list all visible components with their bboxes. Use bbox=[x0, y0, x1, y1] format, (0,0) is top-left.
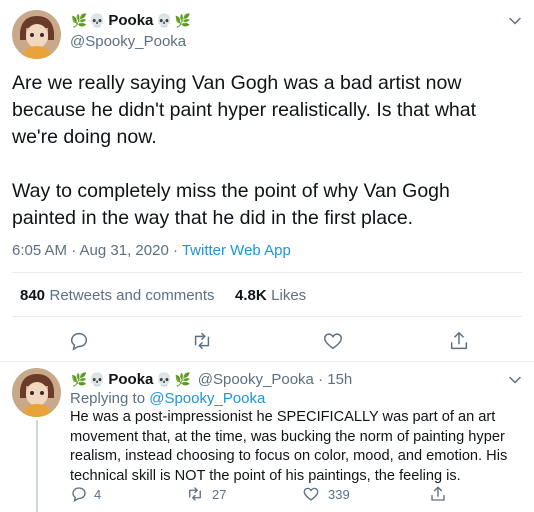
retweet-icon[interactable] bbox=[191, 330, 213, 352]
herb-icon: 🌿 bbox=[174, 372, 191, 387]
comment-icon bbox=[70, 485, 88, 503]
display-name[interactable]: Pooka bbox=[108, 12, 153, 29]
like-icon bbox=[302, 485, 320, 503]
divider bbox=[0, 361, 534, 362]
retweet-icon bbox=[186, 485, 204, 503]
like-icon[interactable] bbox=[322, 330, 344, 352]
reply-share-action[interactable] bbox=[429, 485, 447, 503]
skull-icon: 💀 bbox=[89, 13, 106, 28]
timestamp[interactable]: 6:05 AM · Aug 31, 2020 · bbox=[12, 242, 182, 259]
skull-icon: 💀 bbox=[89, 372, 106, 387]
comment-icon[interactable] bbox=[68, 330, 90, 352]
likes-count: 4.8K bbox=[235, 287, 267, 304]
tweet-meta: 6:05 AM · Aug 31, 2020 · Twitter Web App bbox=[12, 242, 291, 259]
divider bbox=[12, 316, 522, 317]
replying-handle-link[interactable]: @Spooky_Pooka bbox=[149, 390, 265, 407]
reply-text: He was a post-impressionist he SPECIFICA… bbox=[70, 409, 508, 484]
share-icon bbox=[429, 485, 447, 503]
chevron-down-icon[interactable] bbox=[508, 373, 522, 387]
avatar[interactable] bbox=[12, 10, 61, 59]
reply-comment-action[interactable]: 4 bbox=[70, 485, 101, 503]
reply-avatar[interactable] bbox=[12, 368, 61, 417]
reply-like-action[interactable]: 339 bbox=[302, 485, 350, 503]
source-app[interactable]: Twitter Web App bbox=[182, 242, 291, 259]
tweet-text: Are we really saying Van Gogh was a bad … bbox=[12, 72, 477, 229]
author-name-row[interactable]: 🌿 💀 Pooka 💀 🌿 bbox=[70, 12, 192, 29]
chevron-down-icon[interactable] bbox=[508, 14, 522, 28]
reply-retweet-action[interactable]: 27 bbox=[186, 485, 226, 503]
herb-icon: 🌿 bbox=[71, 372, 88, 387]
replying-to: Replying to @Spooky_Pooka bbox=[70, 390, 265, 407]
share-icon[interactable] bbox=[448, 330, 470, 352]
reply-handle-time[interactable]: @Spooky_Pooka · 15h bbox=[198, 371, 353, 388]
retweets-count: 840 bbox=[20, 287, 46, 304]
herb-icon: 🌿 bbox=[71, 13, 88, 28]
retweets-label: Retweets and comments bbox=[49, 287, 215, 304]
divider bbox=[12, 272, 522, 273]
like-count: 339 bbox=[328, 486, 350, 502]
engagement-stats: 840 Retweets and comments 4.8K Likes bbox=[20, 287, 306, 305]
retweet-count: 27 bbox=[212, 486, 227, 502]
reply-display-name[interactable]: Pooka bbox=[108, 371, 153, 388]
herb-icon: 🌿 bbox=[174, 13, 191, 28]
reply-header: 🌿 💀 Pooka 💀 🌿 @Spooky_Pooka · 15h bbox=[70, 371, 352, 388]
retweets-stat[interactable]: 840 Retweets and comments bbox=[20, 287, 219, 304]
thread-line bbox=[36, 420, 38, 512]
replying-prefix: Replying to bbox=[70, 390, 150, 407]
skull-icon: 💀 bbox=[156, 372, 173, 387]
likes-stat[interactable]: 4.8K Likes bbox=[235, 287, 306, 304]
reply-count: 4 bbox=[94, 486, 102, 502]
likes-label: Likes bbox=[271, 287, 307, 304]
handle[interactable]: @Spooky_Pooka bbox=[70, 33, 186, 50]
skull-icon: 💀 bbox=[156, 13, 173, 28]
